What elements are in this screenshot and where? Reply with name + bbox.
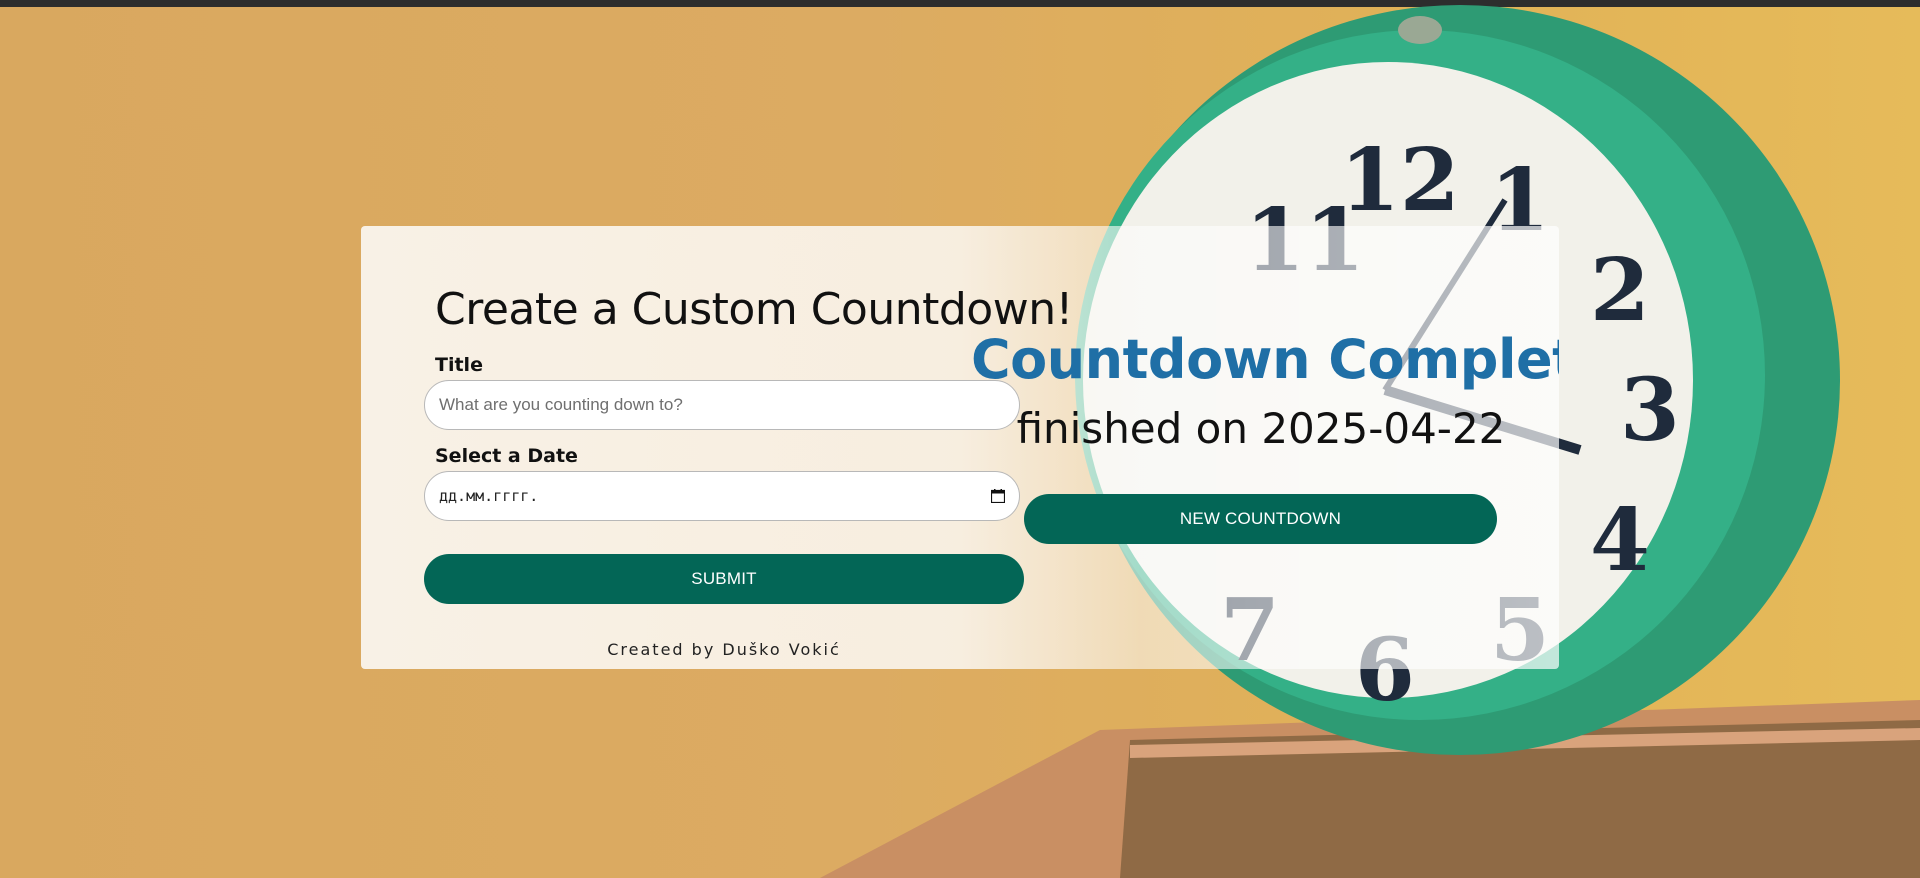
date-label: Select a Date (435, 445, 578, 467)
credit-text: Created by Duško Vokić (607, 640, 841, 659)
app-page: 12 1 2 3 4 5 6 7 11 Create a Custom Coun… (0, 0, 1920, 878)
finished-on-text: finished on 2025-04-22 (1016, 404, 1506, 453)
title-input[interactable]: What are you counting down to? (424, 380, 1020, 430)
submit-button[interactable]: SUBMIT (424, 554, 1024, 604)
svg-text:4: 4 (1590, 490, 1650, 591)
title-input-placeholder: What are you counting down to? (439, 395, 683, 414)
date-input[interactable]: дд.мм.гггг. (424, 471, 1020, 521)
calendar-icon[interactable] (990, 489, 1006, 504)
title-label: Title (435, 354, 483, 376)
countdown-complete-title: Countdown Complete! (971, 328, 1559, 391)
svg-text:3: 3 (1620, 360, 1680, 461)
svg-text:2: 2 (1590, 240, 1650, 341)
countdown-card: Create a Custom Countdown! Title What ar… (361, 226, 1559, 669)
date-input-placeholder: дд.мм.гггг. (439, 487, 539, 505)
new-countdown-button[interactable]: NEW COUNTDOWN (1024, 494, 1497, 544)
